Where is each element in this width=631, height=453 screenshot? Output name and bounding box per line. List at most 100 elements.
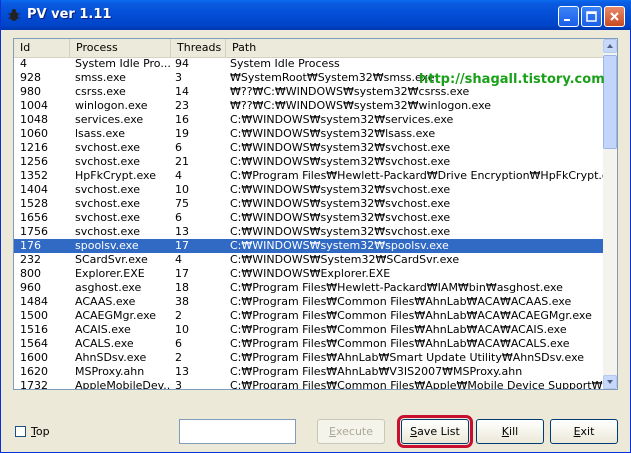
vertical-scrollbar[interactable] — [603, 39, 617, 389]
table-row[interactable]: 1516 ACAIS.exe 10 C:₩Program Files₩Common F… — [14, 323, 603, 337]
scroll-thumb[interactable] — [603, 55, 617, 149]
cell-path: C:₩Program Files₩Common Files₩AhnLab₩ACA… — [230, 323, 567, 336]
cell-id: 1484 — [20, 295, 48, 308]
cell-id: 1528 — [20, 197, 48, 210]
list-rows: 4 System Idle Pro... 94 System Idle Process… — [14, 57, 603, 390]
cell-threads: 16 — [175, 113, 189, 126]
table-row[interactable]: 1656 svchost.exe 6 C:₩WINDOWS₩system32₩svch… — [14, 211, 603, 225]
cell-path: C:₩WINDOWS₩system32₩spoolsv.exe — [230, 239, 449, 252]
cell-path: C:₩Program Files₩Hewlett-Packard₩Drive E… — [230, 169, 603, 182]
table-row[interactable]: 176 spoolsv.exe 17 C:₩WINDOWS₩system32₩spoo… — [14, 239, 603, 253]
table-row[interactable]: 1352 HpFkCrypt.exe 4 C:₩Program Files₩Hewle… — [14, 169, 603, 183]
cell-id: 1620 — [20, 365, 48, 378]
table-row[interactable]: 1004 winlogon.exe 23 ₩??₩C:₩WINDOWS₩system3… — [14, 99, 603, 113]
cell-path: C:₩WINDOWS₩system32₩svchost.exe — [230, 141, 451, 154]
maximize-button[interactable] — [581, 6, 602, 27]
cell-id: 1216 — [20, 141, 48, 154]
table-row[interactable]: 1620 MSProxy.ahn 13 C:₩Program Files₩AhnLab… — [14, 365, 603, 379]
process-list[interactable]: Id Process Threads Path 4 System Idle Pro… — [13, 38, 618, 390]
minimize-button[interactable] — [558, 6, 579, 27]
cell-id: 1656 — [20, 211, 48, 224]
cell-process: HpFkCrypt.exe — [75, 169, 156, 182]
cell-path: C:₩WINDOWS₩system32₩svchost.exe — [230, 183, 451, 196]
cell-threads: 6 — [175, 211, 182, 224]
cell-path: ₩??₩C:₩WINDOWS₩system32₩csrss.exe — [230, 85, 470, 98]
table-row[interactable]: 1500 ACAEGMgr.exe 2 C:₩Program Files₩Common… — [14, 309, 603, 323]
cell-threads: 38 — [175, 295, 189, 308]
cell-threads: 13 — [175, 365, 189, 378]
cell-id: 960 — [20, 281, 41, 294]
save-list-button[interactable]: Save List — [397, 415, 473, 448]
table-row[interactable]: 1060 lsass.exe 19 C:₩WINDOWS₩system32₩lsass… — [14, 127, 603, 141]
cell-path: C:₩WINDOWS₩System32₩SCardSvr.exe — [230, 253, 460, 266]
column-header-threads[interactable]: Threads — [171, 39, 226, 57]
cell-threads: 23 — [175, 99, 189, 112]
table-row[interactable]: 1256 svchost.exe 21 C:₩WINDOWS₩system32₩svc… — [14, 155, 603, 169]
cell-threads: 14 — [175, 85, 189, 98]
kill-button[interactable]: Kill — [476, 419, 544, 444]
cell-id: 1600 — [20, 351, 48, 364]
cell-process: ACALS.exe — [75, 337, 134, 350]
cell-id: 1256 — [20, 155, 48, 168]
cell-process: csrss.exe — [75, 85, 126, 98]
cell-process: smss.exe — [75, 71, 126, 84]
cell-path: C:₩WINDOWS₩system32₩svchost.exe — [230, 225, 451, 238]
top-checkbox[interactable] — [15, 426, 26, 437]
table-row[interactable]: 1484 ACAAS.exe 38 C:₩Program Files₩Common F… — [14, 295, 603, 309]
cell-threads: 19 — [175, 127, 189, 140]
cell-id: 4 — [20, 57, 27, 70]
cell-threads: 6 — [175, 337, 182, 350]
table-row[interactable]: 800 Explorer.EXE 17 C:₩WINDOWS₩Explorer.EXE — [14, 267, 603, 281]
cell-process: services.exe — [75, 113, 144, 126]
cell-path: C:₩Program Files₩AhnLab₩Smart Update Uti… — [230, 351, 585, 364]
cell-process: System Idle Pro... — [75, 57, 171, 70]
cell-threads: 3 — [175, 379, 182, 390]
cell-process: AhnSDsv.exe — [75, 351, 147, 364]
cell-threads: 4 — [175, 169, 182, 182]
table-row[interactable]: 1528 svchost.exe 75 C:₩WINDOWS₩system32₩svc… — [14, 197, 603, 211]
exit-button[interactable]: Exit — [550, 419, 618, 444]
column-header-id[interactable]: Id — [14, 39, 70, 57]
table-row[interactable]: 232 SCardSvr.exe 4 C:₩WINDOWS₩System32₩SCar… — [14, 253, 603, 267]
cell-path: C:₩Program Files₩AhnLab₩V3IS2007₩MSProxy… — [230, 365, 523, 378]
close-button[interactable] — [604, 6, 625, 27]
cell-id: 800 — [20, 267, 41, 280]
arrow-up-icon — [607, 44, 613, 48]
table-row[interactable]: 4 System Idle Pro... 94 System Idle Process — [14, 57, 603, 71]
cell-path: System Idle Process — [230, 57, 340, 70]
column-header-process[interactable]: Process — [70, 39, 171, 57]
table-row[interactable]: 1048 services.exe 16 C:₩WINDOWS₩system32₩se… — [14, 113, 603, 127]
table-row[interactable]: 1732 AppleMobileDev... 3 C:₩Program Files₩C… — [14, 379, 603, 390]
table-row[interactable]: 1564 ACALS.exe 6 C:₩Program Files₩Common Fi… — [14, 337, 603, 351]
scroll-down-button[interactable] — [603, 375, 617, 389]
table-row[interactable]: 960 asghost.exe 18 C:₩Program Files₩Hewlett… — [14, 281, 603, 295]
cell-threads: 10 — [175, 323, 189, 336]
cell-path: C:₩Program Files₩Common Files₩AhnLab₩ACA… — [230, 295, 572, 308]
table-row[interactable]: 1600 AhnSDsv.exe 2 C:₩Program Files₩AhnLab₩… — [14, 351, 603, 365]
cell-path: ₩??₩C:₩WINDOWS₩system32₩winlogon.exe — [230, 99, 492, 112]
cell-id: 1756 — [20, 225, 48, 238]
table-row[interactable]: 1404 svchost.exe 10 C:₩WINDOWS₩system32₩svc… — [14, 183, 603, 197]
cell-id: 1564 — [20, 337, 48, 350]
cell-threads: 17 — [175, 239, 189, 252]
cell-id: 928 — [20, 71, 41, 84]
column-header-path[interactable]: Path — [226, 39, 603, 57]
cell-process: svchost.exe — [75, 141, 141, 154]
cell-path: C:₩Program Files₩Hewlett-Packard₩IAM₩bin… — [230, 281, 563, 294]
cell-threads: 18 — [175, 281, 189, 294]
cell-process: Explorer.EXE — [75, 267, 145, 280]
execute-button[interactable]: Execute — [317, 419, 385, 444]
scroll-up-button[interactable] — [603, 39, 617, 53]
cell-process: asghost.exe — [75, 281, 142, 294]
command-input[interactable] — [179, 419, 296, 444]
table-row[interactable]: 1756 svchost.exe 13 C:₩WINDOWS₩system32₩svc… — [14, 225, 603, 239]
cell-process: winlogon.exe — [75, 99, 148, 112]
top-checkbox-label: Top — [31, 425, 50, 438]
table-row[interactable]: 980 csrss.exe 14 ₩??₩C:₩WINDOWS₩system32₩cs… — [14, 85, 603, 99]
cell-process: lsass.exe — [75, 127, 125, 140]
arrow-down-icon — [607, 380, 613, 384]
cell-id: 1352 — [20, 169, 48, 182]
cell-threads: 3 — [175, 71, 182, 84]
title-bar[interactable]: PV ver 1.11 — [1, 0, 631, 30]
table-row[interactable]: 1216 svchost.exe 6 C:₩WINDOWS₩system32₩svch… — [14, 141, 603, 155]
